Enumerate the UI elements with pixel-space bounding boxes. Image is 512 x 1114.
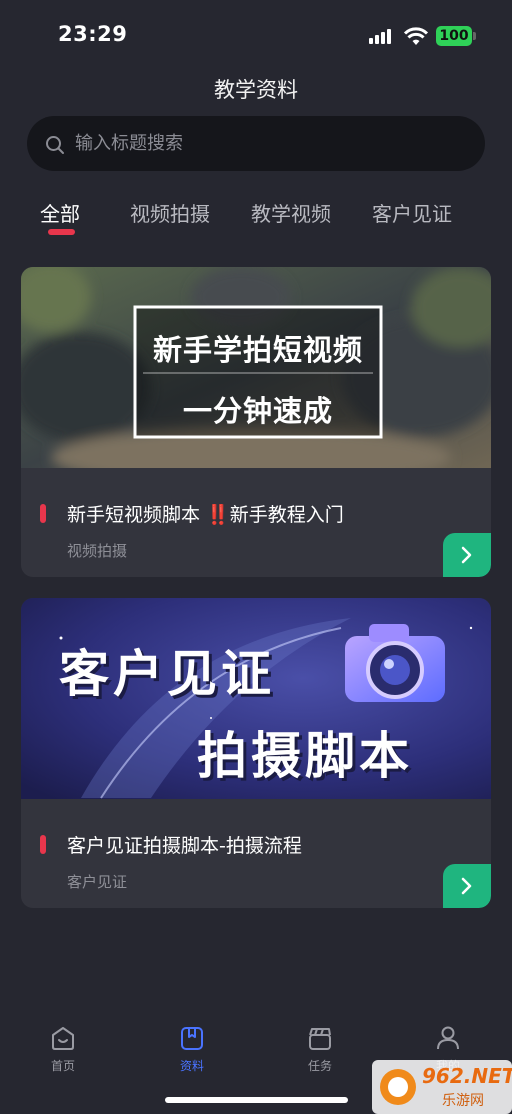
status-time: 23:29 [58, 22, 128, 46]
book-icon [181, 1027, 203, 1050]
watermark-sub: 乐游网 [442, 1093, 484, 1109]
tabbar-label: 任务 [307, 1059, 332, 1073]
tabbar-item-home[interactable]: 首页 [31, 1025, 95, 1074]
tabbar-label: 首页 [50, 1059, 75, 1073]
title-marker [40, 504, 46, 523]
tab-video-shooting[interactable]: 视频拍摄 [130, 198, 210, 227]
home-indicator [165, 1097, 348, 1103]
tabbar-item-materials[interactable]: 资料 [160, 1025, 224, 1074]
title-marker [40, 835, 46, 854]
user-icon [437, 1026, 459, 1050]
banner-headline: 新手学拍短视频 [152, 333, 363, 367]
home-icon [52, 1027, 74, 1050]
tab-all[interactable]: 全部 [40, 198, 80, 227]
clapper-icon [309, 1028, 331, 1050]
tabbar-item-tasks[interactable]: 任务 [288, 1025, 352, 1074]
tabbar-label: 资料 [179, 1059, 204, 1073]
chevron-right-icon [461, 546, 472, 564]
category-tabs: 全部 视频拍摄 教学视频 客户见证 [0, 198, 512, 238]
active-tab-indicator [48, 229, 75, 235]
banner-headline: 客户见证 [59, 645, 275, 703]
card-title: 客户见证拍摄脚本-拍摄流程 [67, 835, 302, 857]
search-icon [46, 136, 64, 154]
battery-cap [473, 32, 476, 40]
open-button[interactable] [443, 864, 491, 908]
status-bar: 23:29 100 [0, 0, 512, 70]
material-card[interactable]: 客户见证 拍摄脚本 客户见证拍摄脚本-拍摄流程 客户见证 [21, 598, 491, 908]
card-title: 新手短视频脚本 ‼️新手教程入门 [67, 504, 344, 526]
wifi-icon [404, 27, 428, 45]
card-banner-image: 客户见证 拍摄脚本 [21, 598, 491, 799]
search-input[interactable] [75, 116, 465, 171]
card-category: 客户见证 [67, 873, 128, 891]
card-banner-image: 新手学拍短视频 一分钟速成 [21, 267, 491, 468]
open-button[interactable] [443, 533, 491, 577]
page-title: 教学资料 [214, 78, 298, 102]
watermark-brand: 962.NET [422, 1064, 512, 1088]
search-bar[interactable] [27, 116, 485, 171]
banner-subheadline: 拍摄脚本 [197, 727, 413, 785]
material-card[interactable]: 新手学拍短视频 一分钟速成 新手短视频脚本 ‼️新手教程入门 视频拍摄 [21, 267, 491, 577]
card-category: 视频拍摄 [67, 542, 128, 560]
cellular-signal-icon [369, 28, 395, 44]
chevron-right-icon [461, 877, 472, 895]
watermark-logo: 962.NET 乐游网 [372, 1060, 512, 1114]
banner-subheadline: 一分钟速成 [182, 394, 333, 428]
battery-indicator: 100 [436, 26, 472, 46]
tab-teaching-video[interactable]: 教学视频 [251, 198, 331, 227]
tab-customer-testimony[interactable]: 客户见证 [372, 198, 452, 227]
